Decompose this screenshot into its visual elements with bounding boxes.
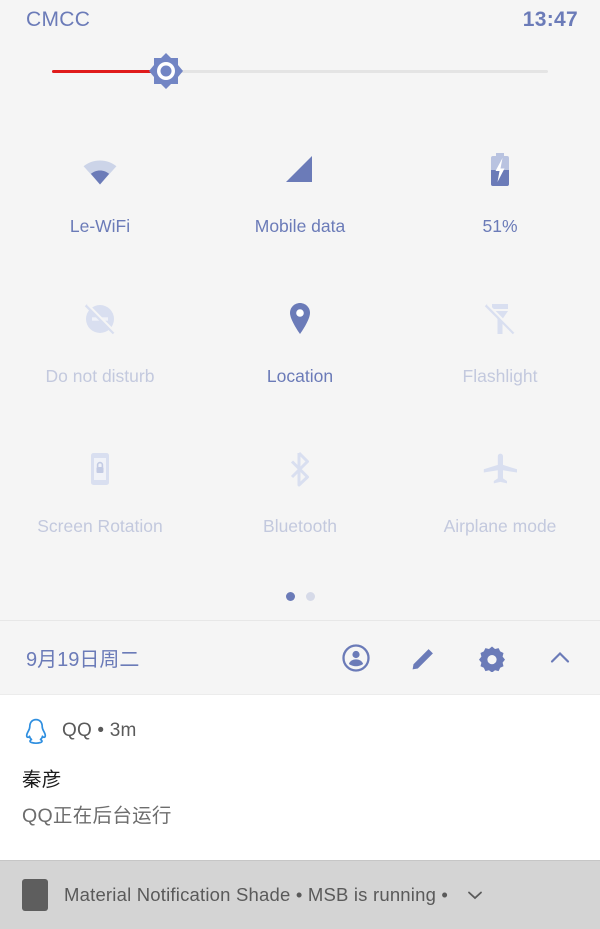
quick-settings-tiles: Le-WiFi Mobile data 51% Do not disturb L… bbox=[0, 102, 600, 572]
notification-title: 秦彦 bbox=[22, 769, 62, 791]
tile-bluetooth[interactable]: Bluetooth bbox=[200, 422, 400, 572]
tile-label: Flashlight bbox=[462, 366, 538, 386]
wifi-icon bbox=[75, 144, 125, 194]
tile-flashlight[interactable]: Flashlight bbox=[400, 272, 600, 422]
battery-charging-icon bbox=[475, 144, 525, 194]
page-indicator bbox=[0, 572, 600, 620]
tile-row-2: Do not disturb Location Flashlight bbox=[0, 272, 600, 422]
tile-label: 51% bbox=[482, 216, 518, 236]
brightness-slider-row bbox=[0, 40, 600, 102]
page-dot-2[interactable] bbox=[305, 591, 315, 601]
persistent-notification-bar[interactable]: Material Notification Shade • MSB is run… bbox=[0, 860, 600, 929]
settings-gear-icon[interactable] bbox=[478, 644, 506, 672]
edit-pencil-icon[interactable] bbox=[410, 644, 438, 672]
brightness-sun-icon[interactable] bbox=[144, 49, 188, 93]
location-pin-icon bbox=[275, 294, 325, 344]
status-bar: CMCC 13:47 bbox=[0, 0, 600, 40]
tile-location[interactable]: Location bbox=[200, 272, 400, 422]
tile-battery[interactable]: 51% bbox=[400, 122, 600, 272]
date-action-row: 9月19日周二 bbox=[0, 620, 600, 694]
notification-shade: CMCC 13:47 Le-WiFi Mobile data 51% Do no… bbox=[0, 0, 600, 929]
tile-row-3: Screen Rotation Bluetooth Airplane mode bbox=[0, 422, 600, 572]
tile-row-1: Le-WiFi Mobile data 51% bbox=[0, 122, 600, 272]
notification-list: QQ • 3m 秦彦 QQ正在后台运行 bbox=[0, 694, 600, 860]
date-label: 9月19日周二 bbox=[26, 649, 140, 671]
tile-label: Mobile data bbox=[254, 216, 346, 236]
tile-label: Screen Rotation bbox=[37, 516, 163, 536]
tile-label: Le-WiFi bbox=[69, 216, 131, 236]
airplane-icon bbox=[475, 444, 525, 494]
flashlight-off-icon bbox=[475, 294, 525, 344]
tile-mobile-data[interactable]: Mobile data bbox=[200, 122, 400, 272]
tile-wifi[interactable]: Le-WiFi bbox=[0, 122, 200, 272]
status-bar-clock: 13:47 bbox=[522, 8, 578, 31]
tile-label: Airplane mode bbox=[443, 516, 557, 536]
page-dot-1[interactable] bbox=[285, 591, 295, 601]
notification-item-qq[interactable]: QQ • 3m 秦彦 QQ正在后台运行 bbox=[22, 717, 576, 828]
quick-settings-actions bbox=[342, 643, 574, 672]
bluetooth-icon bbox=[275, 444, 325, 494]
notification-header: QQ • 3m bbox=[22, 717, 576, 745]
carrier-label: CMCC bbox=[26, 8, 91, 31]
tile-airplane-mode[interactable]: Airplane mode bbox=[400, 422, 600, 572]
brightness-slider[interactable] bbox=[52, 53, 548, 89]
chevron-up-icon[interactable] bbox=[546, 644, 574, 672]
notification-app-meta: QQ • 3m bbox=[62, 720, 137, 741]
tile-label: Do not disturb bbox=[45, 366, 155, 386]
signal-cellular-icon bbox=[275, 144, 325, 194]
chevron-down-icon[interactable] bbox=[464, 884, 486, 906]
notification-body: QQ正在后台运行 bbox=[22, 805, 172, 827]
do-not-disturb-off-icon bbox=[75, 294, 125, 344]
tile-label: Bluetooth bbox=[263, 516, 337, 536]
qq-penguin-icon bbox=[22, 717, 50, 745]
screen-rotation-lock-icon bbox=[75, 444, 125, 494]
tile-do-not-disturb[interactable]: Do not disturb bbox=[0, 272, 200, 422]
app-square-icon bbox=[22, 879, 48, 911]
tile-screen-rotation[interactable]: Screen Rotation bbox=[0, 422, 200, 572]
persistent-notification-text: Material Notification Shade • MSB is run… bbox=[64, 884, 449, 905]
tile-label: Location bbox=[266, 366, 334, 386]
user-account-icon[interactable] bbox=[342, 643, 370, 672]
